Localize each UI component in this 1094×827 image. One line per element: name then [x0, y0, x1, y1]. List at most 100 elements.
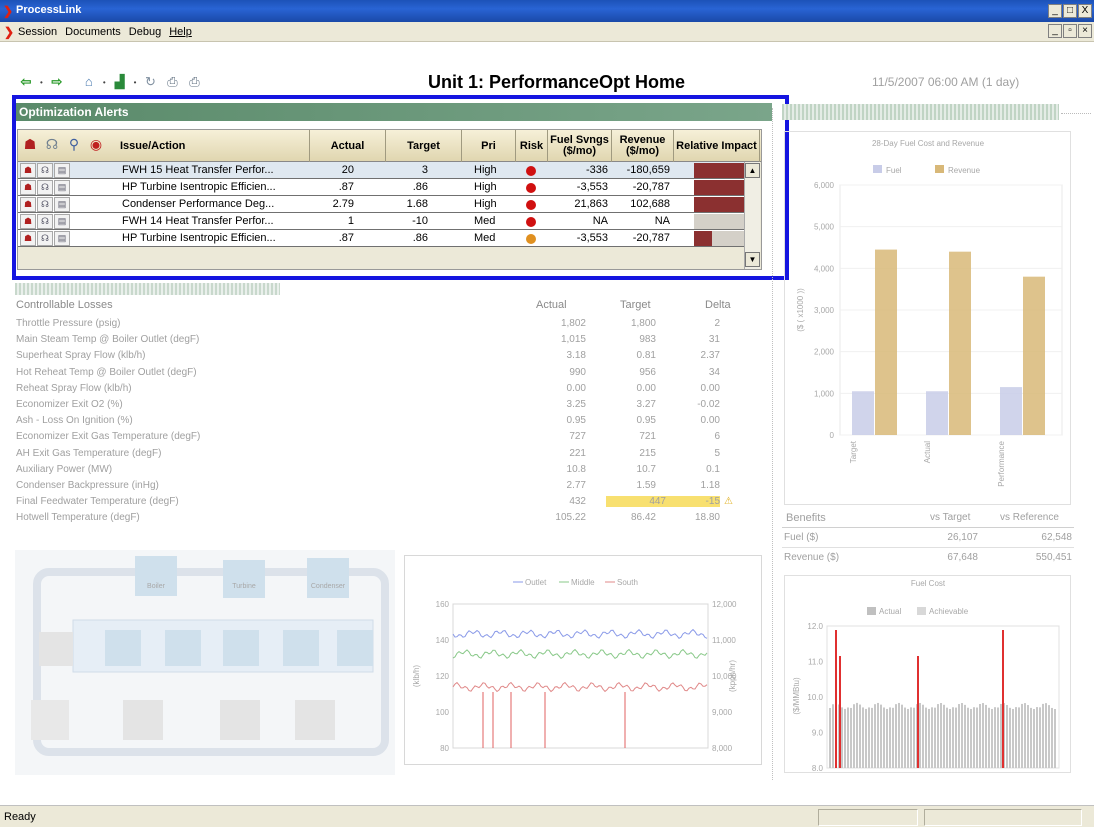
legend-label: Revenue: [948, 166, 981, 175]
doc-minimize-button[interactable]: _: [1048, 24, 1062, 38]
fan-blower-unit[interactable]: [295, 700, 335, 740]
losses-header-bar: [15, 283, 280, 295]
benefits-value: 62,548: [1041, 532, 1072, 543]
y-tick-label: 4,000: [814, 264, 835, 273]
y-tick-label: 140: [436, 636, 450, 645]
cooling-unit[interactable]: [337, 630, 373, 666]
loss-label: Hot Reheat Temp @ Boiler Outlet (degF): [16, 366, 197, 378]
loss-delta: 2: [714, 318, 720, 329]
maximize-button[interactable]: □: [1063, 4, 1077, 18]
loss-label: Throttle Pressure (psig): [16, 318, 121, 329]
home-icon[interactable]: ⌂: [81, 75, 97, 89]
document-icon[interactable]: ❯: [4, 25, 14, 39]
loss-target: 983: [639, 334, 656, 346]
fuel-bar: [979, 703, 981, 768]
fuel-bar: [1054, 708, 1056, 768]
loss-actual: 2.77: [566, 480, 586, 491]
fuel-bar: [1018, 707, 1020, 768]
forward-arrow-icon[interactable]: ⇨: [49, 75, 65, 89]
lp-heater-unit[interactable]: [283, 630, 319, 666]
chart-dropdown-icon[interactable]: •: [134, 78, 137, 87]
loss-row[interactable]: Main Steam Temp @ Boiler Outlet (degF) 1…: [16, 334, 720, 347]
loss-actual: 3.25: [566, 399, 586, 410]
loss-target: 1.59: [636, 480, 656, 491]
loss-delta: 31: [708, 334, 720, 346]
condenser-unit[interactable]: [307, 558, 349, 598]
fuel-bar: [859, 704, 861, 768]
menu-help[interactable]: Help: [169, 26, 192, 38]
x-tick-label: Target: [849, 440, 858, 463]
legend-label: Actual: [879, 607, 901, 616]
loss-row[interactable]: Reheat Spray Flow (klb/h) 0.00 0.00 0.00: [16, 382, 720, 396]
loss-row[interactable]: AH Exit Gas Temperature (degF) 221 215 5: [16, 447, 720, 461]
y-tick-label-right: 9,000: [712, 708, 733, 717]
loss-label: Main Steam Temp @ Boiler Outlet (degF): [16, 334, 200, 346]
motor-unit[interactable]: [220, 700, 260, 740]
loss-row[interactable]: Auxiliary Power (MW) 10.8 10.7 0.1: [16, 463, 720, 477]
loss-target: 215: [639, 447, 656, 459]
deaerator-unit[interactable]: [223, 630, 259, 666]
loss-delta: 18.80: [694, 512, 720, 524]
fuel-spike: [917, 656, 919, 768]
close-button[interactable]: X: [1078, 4, 1092, 18]
loss-row[interactable]: Ash - Loss On Ignition (%) 0.95 0.95 0.0…: [16, 415, 720, 428]
loss-row[interactable]: Final Feedwater Temperature (degF) 432 4…: [16, 496, 733, 509]
heater-unit[interactable]: [165, 630, 201, 666]
print-preview-icon[interactable]: ⎙: [164, 75, 180, 89]
loss-target: 0.95: [636, 415, 656, 427]
status-pane: [818, 809, 918, 826]
fuel-bar: [895, 704, 897, 768]
fan-unit[interactable]: [39, 632, 73, 666]
process-diagram[interactable]: Boiler Turbine Condenser: [15, 550, 395, 775]
doc-close-button[interactable]: ×: [1078, 24, 1092, 38]
doc-restore-button[interactable]: ▫: [1063, 24, 1077, 38]
chart-icon[interactable]: ▟: [112, 75, 128, 89]
loss-delta: 34: [708, 366, 720, 378]
loss-target: 0.00: [636, 382, 656, 394]
fuel-bar: [985, 704, 987, 768]
fuel-bar: [1036, 707, 1038, 768]
print-icon[interactable]: ⎙: [186, 75, 202, 89]
loss-row[interactable]: Economizer Exit O2 (%) 3.25 3.27 -0.02: [16, 399, 720, 412]
menu-debug[interactable]: Debug: [129, 26, 161, 38]
back-dropdown-icon[interactable]: •: [40, 78, 43, 87]
loss-row[interactable]: Superheat Spray Flow (klb/h) 3.18 0.81 2…: [16, 350, 720, 363]
back-arrow-icon[interactable]: ⇦: [18, 75, 34, 89]
fuel-bar: [871, 707, 873, 768]
turbine-unit[interactable]: [223, 560, 265, 598]
loss-row[interactable]: Hotwell Temperature (degF) 105.22 86.42 …: [16, 512, 720, 525]
bar: [852, 391, 874, 435]
fuel-bar: [919, 702, 921, 768]
y-tick-label: 80: [440, 744, 449, 753]
ash-unit[interactable]: [31, 700, 69, 740]
fuel-bar: [850, 707, 852, 768]
column-separator: [772, 108, 773, 780]
benefits-value: 550,451: [1035, 552, 1072, 563]
menu-session[interactable]: Session: [18, 26, 57, 38]
pump-unit[interactable]: [123, 700, 163, 740]
loss-row[interactable]: Throttle Pressure (psig) 1,802 1,800 2: [16, 318, 720, 331]
refresh-icon[interactable]: ↻: [142, 75, 158, 89]
fuel-bar: [868, 707, 870, 768]
fuel-bar: [931, 707, 933, 768]
loss-row[interactable]: Economizer Exit Gas Temperature (degF) 7…: [16, 431, 720, 444]
date-range-link[interactable]: 11/5/2007 06:00 AM (1 day): [872, 75, 1019, 89]
loss-row[interactable]: Condenser Backpressure (inHg) 2.77 1.59 …: [16, 480, 720, 493]
fuel-bar: [898, 702, 900, 768]
fuel-bar: [1048, 705, 1050, 768]
loss-row[interactable]: Hot Reheat Temp @ Boiler Outlet (degF) 9…: [16, 366, 720, 380]
y-tick-label: 9.0: [812, 729, 824, 738]
loss-target: 721: [639, 431, 656, 443]
toolbar: ⇦ • ⇨ ⌂ • ▟ • ↻ ⎙ ⎙: [18, 75, 202, 89]
hp-heater-unit[interactable]: [105, 630, 141, 666]
boiler-unit[interactable]: [135, 556, 177, 596]
alerts-highlight-frame: [12, 95, 789, 280]
loss-target: 10.7: [636, 463, 656, 475]
fuel-bar: [847, 707, 849, 768]
fuel-bar: [973, 707, 975, 768]
minimize-button[interactable]: _: [1048, 4, 1062, 18]
loss-label: Condenser Backpressure (inHg): [16, 480, 159, 491]
menu-documents[interactable]: Documents: [65, 26, 121, 38]
home-dropdown-icon[interactable]: •: [103, 78, 106, 87]
legend-swatch: [867, 607, 876, 615]
